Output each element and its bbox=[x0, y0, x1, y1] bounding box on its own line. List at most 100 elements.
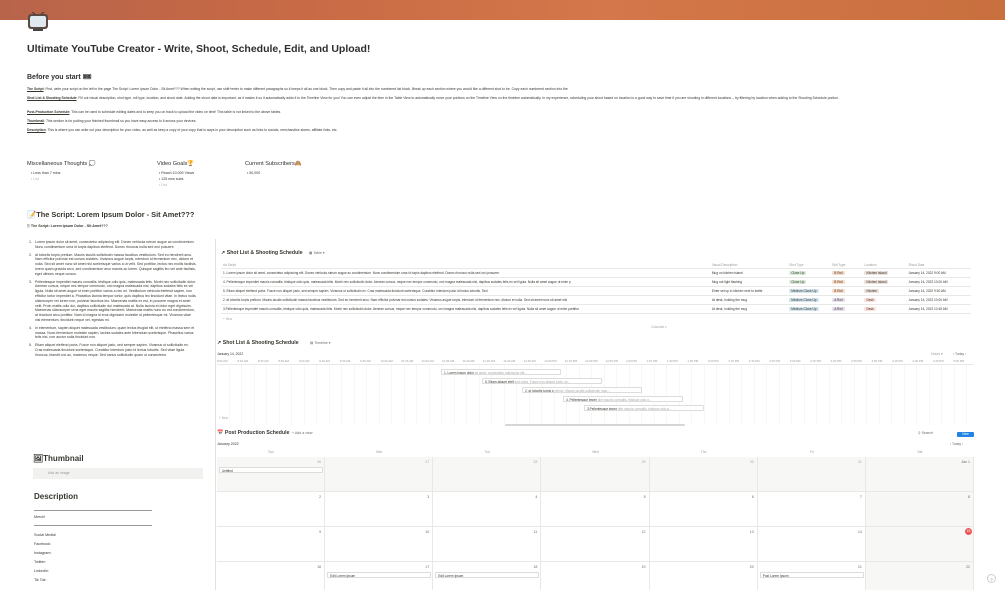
calculate-button[interactable]: Calculate ▾ bbox=[651, 325, 667, 329]
post-production-title[interactable]: 📅 Post Production Schedule bbox=[217, 430, 289, 436]
table-cell[interactable]: B Roll bbox=[830, 277, 863, 287]
description-social-line[interactable]: Social Media! bbox=[34, 533, 56, 537]
calendar-day[interactable]: 9 bbox=[217, 527, 326, 562]
table-cell[interactable]: 5. Etiam aliquet eleifend porta. Fusce n… bbox=[221, 286, 710, 296]
timeline-scale-select[interactable]: Hours ▾ bbox=[931, 352, 943, 356]
description-social-line[interactable]: Instagram: bbox=[34, 551, 51, 555]
calendar-day[interactable]: 20 bbox=[650, 562, 758, 590]
table-cell[interactable]: Desk bbox=[862, 304, 907, 314]
table-cell[interactable]: Kitchen Island bbox=[862, 268, 907, 278]
calendar-day[interactable]: 27 bbox=[325, 457, 434, 492]
table-cell[interactable]: 1. Lorem ipsum dolor sit amet, consectet… bbox=[221, 268, 710, 278]
calendar-day[interactable]: 31 bbox=[757, 457, 866, 492]
calendar-day[interactable]: Jan 1 bbox=[865, 457, 974, 492]
calendar-day[interactable]: 2 bbox=[217, 492, 326, 527]
calendar-day[interactable]: 18 Edit Lorem Ipsum bbox=[433, 562, 542, 590]
calendar-day[interactable]: 13 bbox=[649, 527, 758, 562]
table-row[interactable]: 2. at lobortis turpis pretium. Mauris ia… bbox=[221, 295, 971, 305]
description-social-line[interactable]: Twitter: bbox=[34, 560, 46, 564]
timeline-today-button[interactable]: ‹ Today › bbox=[953, 352, 966, 356]
table-cell[interactable]: Kitchen bbox=[862, 286, 907, 296]
calendar-day[interactable]: 28 bbox=[433, 457, 542, 492]
table-cell[interactable]: Kitchen Island bbox=[862, 277, 907, 287]
calendar-card[interactable]: Post Lorem Ipsum bbox=[759, 572, 864, 578]
timeline-title[interactable]: ↗ Shot List & Shooting Schedule bbox=[217, 340, 299, 346]
calendar-day[interactable]: 4 bbox=[433, 492, 542, 527]
table-cell[interactable]: January 14, 2022 9:30 AM bbox=[906, 286, 971, 296]
shotlist-title[interactable]: ↗ Shot List & Shooting Schedule bbox=[221, 250, 303, 256]
calendar-day[interactable]: 12 bbox=[541, 527, 650, 562]
calendar-day[interactable]: 19 bbox=[541, 562, 650, 590]
table-row[interactable]: 4. Pellentesque imperdiet mauris convall… bbox=[221, 277, 971, 287]
calendar-day[interactable]: 29 bbox=[541, 457, 650, 492]
table-cell[interactable]: January 14, 2022 9:00 AM bbox=[906, 268, 971, 278]
table-cell[interactable]: A Roll bbox=[830, 295, 863, 305]
calendar-day[interactable]: 11 bbox=[433, 527, 542, 562]
new-button[interactable]: New bbox=[957, 432, 974, 437]
calendar-card[interactable]: Edit Lorem Ipsum bbox=[327, 572, 432, 578]
table-row[interactable]: 3.Pellentesque imperdiet mauris convalli… bbox=[221, 304, 971, 314]
table-row[interactable]: 1. Lorem ipsum dolor sit amet, consectet… bbox=[221, 268, 971, 278]
calendar-today-button[interactable]: ‹ Today › bbox=[950, 442, 963, 446]
add-image-button[interactable]: Add an image bbox=[33, 468, 203, 479]
list-item[interactable]: List bbox=[31, 176, 60, 182]
table-cell[interactable]: B Roll bbox=[830, 268, 863, 278]
search-button[interactable]: ⚲ Search bbox=[918, 431, 933, 435]
table-cell[interactable]: January 14, 2022 10:00 AM bbox=[906, 277, 971, 287]
calendar-day[interactable]: 8 bbox=[865, 492, 974, 527]
table-row[interactable]: 5. Etiam aliquet eleifend porta. Fusce n… bbox=[221, 286, 971, 296]
calendar-card[interactable]: Edit Lorem Ipsum bbox=[435, 572, 540, 578]
table-cell[interactable]: At desk, holding the mug bbox=[709, 295, 788, 305]
table-cell[interactable]: Mug on kitchen island bbox=[709, 268, 788, 278]
timeline-view-tab[interactable]: ▤ Timeline ▾ bbox=[310, 341, 331, 345]
timeline-item[interactable]: 2. at lobortis turpis p retium. Mauris i… bbox=[522, 387, 642, 393]
table-cell[interactable]: January 14, 2022 10:00 AM bbox=[906, 295, 971, 305]
calendar-day[interactable]: 22 bbox=[865, 562, 974, 590]
list-item[interactable]: 2. at lobortis turpis pretium. Mauris iac… bbox=[29, 253, 197, 277]
description-social-line[interactable]: LinkedIn: bbox=[34, 569, 49, 573]
calendar-day[interactable]: 6 bbox=[649, 492, 758, 527]
description-social-line[interactable]: Facebook: bbox=[34, 542, 51, 546]
list-item[interactable]: 3. Pellentesque imperdiet mauris convalli… bbox=[29, 280, 197, 323]
calendar-day[interactable]: 21 Post Lorem Ipsum bbox=[758, 562, 866, 590]
calendar-day[interactable]: 15 bbox=[865, 527, 974, 562]
table-cell[interactable]: Medium Close Up bbox=[787, 304, 831, 314]
table-cell[interactable]: Medium Close Up bbox=[787, 286, 831, 296]
table-cell[interactable]: 4. Pellentesque imperdiet mauris convall… bbox=[221, 277, 710, 287]
table-cell[interactable]: At desk, holding the mug bbox=[709, 304, 788, 314]
table-cell[interactable]: Desk bbox=[862, 295, 907, 305]
list-item[interactable]: 50,000 bbox=[247, 170, 260, 176]
calendar-day[interactable]: 3 bbox=[325, 492, 434, 527]
timeline-scrollbar[interactable] bbox=[505, 424, 685, 426]
timeline-item[interactable]: 4. Pellentesque imper diet mauris conval… bbox=[563, 396, 683, 402]
calendar-card[interactable]: Untitled bbox=[219, 467, 323, 473]
table-cell[interactable]: Close Up bbox=[787, 277, 831, 287]
table-cell[interactable]: Mug not light flashing bbox=[709, 277, 788, 287]
table-cell[interactable]: 2. at lobortis turpis pretium. Mauris ia… bbox=[221, 295, 710, 305]
shotlist-view-tab[interactable]: ▦ Table ▾ bbox=[309, 251, 325, 255]
table-cell[interactable]: 3.Pellentesque imperdiet mauris convalli… bbox=[221, 304, 710, 314]
calendar-day[interactable]: 5 bbox=[541, 492, 650, 527]
timeline-item[interactable]: 5. Etiam aliquet eleif end porta. Fusce … bbox=[482, 378, 602, 384]
tv-icon[interactable] bbox=[27, 12, 49, 32]
table-cell[interactable]: Medium Close Up bbox=[787, 295, 831, 305]
calendar-day[interactable]: 26 Untitled bbox=[217, 457, 326, 492]
calendar-day[interactable]: 16 bbox=[217, 562, 326, 590]
timeline-item[interactable]: 1. Lorem ipsum dolor sit amet, consectet… bbox=[441, 369, 561, 375]
timeline-new-button[interactable]: + New bbox=[219, 416, 228, 420]
timeline-item[interactable]: 3.Pellentesque imper diet mauris convall… bbox=[584, 405, 704, 411]
table-cell[interactable]: Close Up bbox=[787, 268, 831, 278]
help-button[interactable]: ? bbox=[987, 574, 996, 583]
calendar-day[interactable]: 10 bbox=[325, 527, 434, 562]
list-item[interactable]: List bbox=[159, 182, 194, 188]
description-merch[interactable]: Merch! bbox=[34, 515, 45, 519]
description-social-line[interactable]: Tik Tok: bbox=[34, 578, 47, 582]
timeline-body[interactable] bbox=[217, 365, 974, 425]
shotlist-new-row-button[interactable]: + New bbox=[223, 317, 232, 321]
table-cell[interactable]: B Roll bbox=[830, 286, 863, 296]
table-cell[interactable]: A Roll bbox=[830, 304, 863, 314]
table-cell[interactable]: January 14, 2022 10:45 AM bbox=[906, 304, 971, 314]
table-cell[interactable]: Enter set up in kitchen next to kettle bbox=[709, 286, 788, 296]
calendar-day[interactable]: 17 Edit Lorem Ipsum bbox=[325, 562, 434, 590]
calendar-day[interactable]: 30 bbox=[649, 457, 758, 492]
